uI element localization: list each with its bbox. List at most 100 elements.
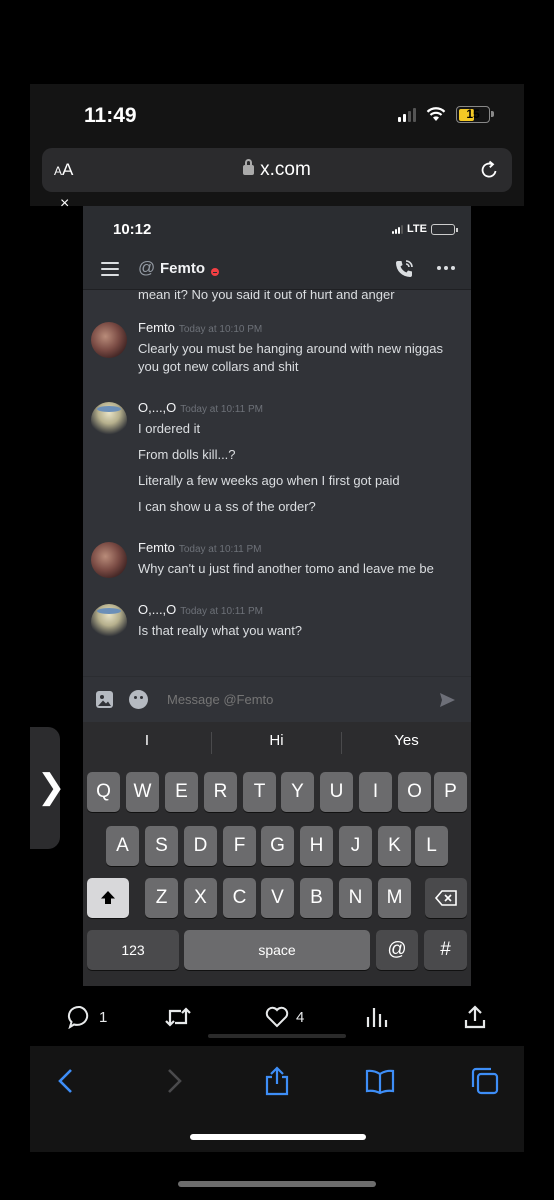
menu-icon[interactable] — [101, 262, 119, 276]
views-button[interactable] — [365, 1004, 389, 1030]
timestamp: Today at 10:11 PM — [180, 606, 263, 617]
key-b[interactable]: B — [300, 878, 333, 918]
key-s[interactable]: S — [145, 826, 178, 866]
suggestion-item[interactable]: I — [83, 732, 211, 749]
key-j[interactable]: J — [339, 826, 372, 866]
key-g[interactable]: G — [261, 826, 294, 866]
battery-icon: 15 — [456, 106, 494, 123]
message-text: From dolls kill...? — [138, 447, 236, 462]
side-panel-handle[interactable]: ❯ — [30, 727, 66, 849]
close-icon[interactable]: × — [60, 195, 69, 213]
like-button[interactable]: 4 — [264, 1004, 304, 1030]
author-name[interactable]: Femto — [138, 540, 175, 555]
key-f[interactable]: F — [223, 826, 256, 866]
key-i[interactable]: I — [359, 772, 392, 812]
hash-key[interactable]: # — [424, 930, 467, 970]
send-icon[interactable] — [438, 691, 456, 709]
home-indicator — [208, 1034, 346, 1038]
wifi-icon — [426, 107, 446, 121]
url-bar-area: AA x.com — [30, 144, 524, 206]
message-text: you got new collars and shit — [138, 359, 299, 374]
author-name[interactable]: Femto — [138, 320, 175, 335]
shift-key[interactable] — [87, 878, 129, 918]
key-e[interactable]: E — [165, 772, 198, 812]
message-text: Clearly you must be hanging around with … — [138, 341, 443, 356]
key-o[interactable]: O — [398, 772, 431, 812]
message-header: O,...,O Today at 10:11 PM — [138, 602, 263, 617]
retweet-button[interactable] — [164, 1004, 192, 1030]
tabs-icon[interactable] — [470, 1066, 500, 1096]
inner-status-icons: LTE — [392, 223, 458, 235]
delete-key[interactable] — [425, 878, 467, 918]
keyboard: I Hi Yes Q W E R T Y U I O P A S D F G H… — [83, 722, 471, 986]
network-type: LTE — [407, 223, 427, 235]
author-name[interactable]: O,...,O — [138, 400, 176, 415]
message-input[interactable] — [167, 692, 417, 707]
reload-icon[interactable] — [478, 159, 500, 181]
dm-title: Femto — [160, 260, 205, 277]
emoji-icon[interactable] — [129, 690, 148, 709]
key-z[interactable]: Z — [145, 878, 178, 918]
reply-button[interactable]: 1 — [67, 1004, 107, 1030]
back-icon[interactable] — [52, 1066, 82, 1096]
message-header: Femto Today at 10:10 PM — [138, 320, 262, 335]
delete-icon — [434, 890, 457, 906]
chevron-right-icon: ❯ — [37, 768, 66, 806]
signal-icon — [398, 107, 416, 122]
suggestion-item[interactable]: Hi — [212, 732, 341, 749]
key-v[interactable]: V — [261, 878, 294, 918]
reply-count: 1 — [99, 1008, 108, 1026]
safari-share-icon[interactable] — [262, 1066, 292, 1096]
more-icon[interactable] — [437, 266, 455, 270]
key-t[interactable]: T — [243, 772, 276, 812]
forward-icon[interactable] — [158, 1066, 188, 1096]
inner-signal-icon — [392, 224, 404, 234]
image-icon[interactable] — [95, 690, 114, 709]
key-y[interactable]: Y — [281, 772, 314, 812]
timestamp: Today at 10:11 PM — [178, 544, 262, 555]
key-q[interactable]: Q — [87, 772, 120, 812]
author-name[interactable]: O,...,O — [138, 602, 176, 617]
url-text: x.com — [260, 159, 311, 180]
key-c[interactable]: C — [223, 878, 256, 918]
key-d[interactable]: D — [184, 826, 217, 866]
url-field[interactable]: x.com — [42, 159, 512, 181]
bookmarks-icon[interactable] — [365, 1066, 395, 1096]
key-n[interactable]: N — [339, 878, 372, 918]
avatar[interactable] — [91, 402, 127, 438]
timestamp: Today at 10:11 PM — [180, 404, 263, 415]
key-p[interactable]: P — [434, 772, 467, 812]
message-text: I can show u a ss of the order? — [138, 499, 316, 514]
avatar[interactable] — [91, 604, 127, 640]
key-k[interactable]: K — [378, 826, 411, 866]
key-u[interactable]: U — [320, 772, 353, 812]
key-x[interactable]: X — [184, 878, 217, 918]
key-h[interactable]: H — [300, 826, 333, 866]
numbers-key[interactable]: 123 — [87, 930, 179, 970]
key-r[interactable]: R — [204, 772, 237, 812]
key-l[interactable]: L — [415, 826, 448, 866]
share-button[interactable] — [463, 1004, 487, 1030]
os-status-bar: 11:49 15 — [30, 84, 524, 144]
avatar[interactable] — [91, 322, 127, 358]
message-header: Femto Today at 10:11 PM — [138, 540, 262, 555]
inner-status-bar: 10:12 LTE — [83, 206, 471, 248]
key-w[interactable]: W — [126, 772, 159, 812]
message-text: mean it? No you said it out of hurt and … — [138, 290, 395, 302]
lock-icon — [243, 159, 255, 175]
dm-header: @ Femto — [83, 248, 471, 290]
call-icon[interactable] — [393, 258, 415, 280]
message-header: O,...,O Today at 10:11 PM — [138, 400, 263, 415]
dnd-status-icon — [211, 268, 219, 276]
key-a[interactable]: A — [106, 826, 139, 866]
suggestion-item[interactable]: Yes — [342, 732, 471, 749]
key-m[interactable]: M — [378, 878, 411, 918]
like-count: 4 — [296, 1008, 305, 1026]
message-text: I ordered it — [138, 421, 201, 436]
inner-battery-icon — [431, 223, 458, 235]
at-key[interactable]: @ — [376, 930, 418, 970]
space-key[interactable]: space — [184, 930, 370, 970]
address-bar[interactable]: AA x.com — [42, 148, 512, 192]
retweet-icon — [165, 1007, 191, 1027]
avatar[interactable] — [91, 542, 127, 578]
